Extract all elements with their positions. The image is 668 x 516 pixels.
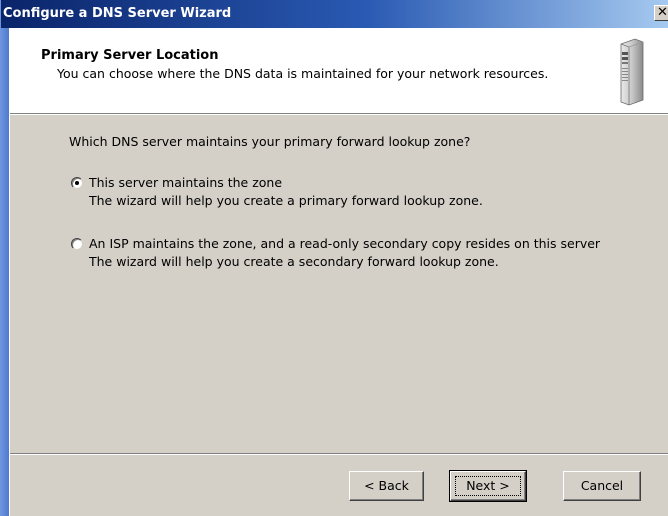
focus-rectangle — [455, 476, 521, 496]
radio-this-server[interactable] — [71, 177, 83, 189]
close-icon[interactable]: ✕ — [654, 5, 668, 21]
question-text: Which DNS server maintains your primary … — [69, 134, 471, 149]
option-isp-server-label[interactable]: An ISP maintains the zone, and a read-on… — [89, 236, 600, 251]
server-icon — [620, 38, 644, 106]
wizard-header: Primary Server Location You can choose w… — [10, 28, 668, 114]
radio-selected-dot — [75, 181, 79, 185]
page-title: Primary Server Location — [41, 48, 219, 63]
next-button[interactable]: Next > — [449, 470, 527, 502]
window-title: Configure a DNS Server Wizard — [3, 6, 232, 21]
desktop-background-strip — [0, 0, 9, 516]
option-this-server-description: The wizard will help you create a primar… — [89, 193, 483, 208]
option-isp-server-description: The wizard will help you create a second… — [89, 254, 499, 269]
back-button[interactable]: < Back — [349, 471, 424, 501]
title-bar[interactable]: Configure a DNS Server Wizard ✕ — [1, 0, 668, 28]
radio-isp-server[interactable] — [71, 238, 83, 250]
page-subtitle: You can choose where the DNS data is mai… — [57, 66, 549, 81]
footer-divider-highlight — [10, 454, 668, 455]
cancel-button[interactable]: Cancel — [563, 471, 641, 501]
wizard-window: Configure a DNS Server Wizard ✕ Primary … — [1, 0, 668, 516]
option-this-server-label[interactable]: This server maintains the zone — [89, 175, 282, 190]
wizard-content: Which DNS server maintains your primary … — [10, 115, 668, 453]
